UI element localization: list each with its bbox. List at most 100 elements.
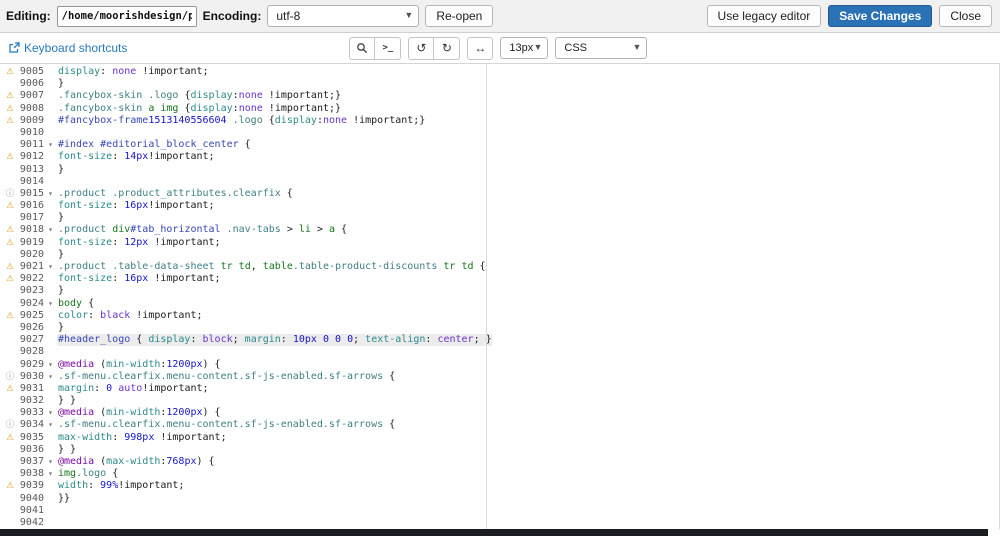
code-text[interactable]: @media (max-width:768px) { — [57, 456, 215, 468]
search-button[interactable] — [349, 36, 376, 60]
fold-arrow-icon[interactable]: ▾ — [44, 456, 57, 468]
code-text[interactable] — [57, 127, 58, 139]
gutter-spacer — [2, 298, 18, 310]
code-text[interactable]: body { — [57, 298, 94, 310]
code-text[interactable]: display: none !important; — [57, 66, 209, 78]
code-text[interactable]: font-size: 16px!important; — [57, 200, 215, 212]
info-icon: ⓘ — [5, 420, 15, 431]
keyboard-shortcuts-label: Keyboard shortcuts — [24, 41, 128, 55]
line-number: 9021 — [19, 261, 44, 272]
legacy-editor-button[interactable]: Use legacy editor — [706, 5, 822, 27]
fold-arrow-icon[interactable]: ▾ — [44, 359, 57, 371]
line-number: 9006 — [19, 78, 44, 90]
code-text[interactable]: #header_logo { display: block; margin: 1… — [57, 334, 492, 347]
code-text[interactable]: } } — [57, 395, 76, 407]
code-text[interactable]: max-width: 998px !important; — [57, 432, 227, 444]
fold-arrow-icon[interactable]: ▾ — [44, 188, 57, 200]
code-editor[interactable]: ⚠ 9005 display: none !important; 9006} ⚠ 9007… — [0, 63, 1000, 529]
code-text[interactable]: } } — [57, 444, 76, 456]
fold-arrow-icon[interactable]: ▾ — [44, 419, 57, 431]
gutter-spacer — [2, 139, 18, 151]
command-line-button[interactable]: >_ — [375, 36, 402, 60]
encoding-select[interactable]: utf-8 ▼ — [267, 5, 420, 27]
syntax-mode-select[interactable]: CSS ▼ — [555, 37, 648, 59]
code-text[interactable]: color: black !important; — [57, 310, 203, 322]
code-text[interactable]: margin: 0 auto!important; — [57, 383, 209, 395]
code-text[interactable]: .product .table-data-sheet tr td, table.… — [57, 261, 486, 273]
fold-arrow-icon[interactable]: ▾ — [44, 139, 57, 151]
fold-arrow-icon[interactable]: ▾ — [44, 371, 57, 383]
gutter-spacer — [2, 359, 18, 371]
code-line: ⚠ 9012 font-size: 14px!important; — [2, 151, 999, 163]
line-number: 9040 — [19, 492, 44, 504]
search-icon — [356, 42, 368, 54]
code-area: ⚠ 9005 display: none !important; 9006} ⚠ 9007… — [2, 66, 999, 529]
redo-button[interactable]: ↻ — [434, 36, 461, 60]
fold-arrow-icon[interactable]: ▾ — [44, 224, 57, 236]
code-text[interactable]: img.logo { — [57, 468, 118, 480]
code-text[interactable]: #index #editorial_block_center { — [57, 139, 251, 151]
code-text[interactable]: } — [57, 164, 64, 176]
code-text[interactable]: @media (min-width:1200px) { — [57, 359, 221, 371]
code-text[interactable] — [57, 346, 58, 358]
line-number: 9022 — [19, 273, 44, 285]
code-text[interactable]: }} — [57, 493, 70, 505]
code-text[interactable]: .product div#tab_horizontal .nav-tabs > … — [57, 224, 347, 236]
code-line: ⚠ 9018 ▾ .product div#tab_horizontal .nav-t… — [2, 224, 999, 236]
code-text[interactable]: } — [57, 78, 64, 90]
code-text[interactable]: } — [57, 249, 64, 261]
fold-arrow-icon[interactable]: ▾ — [44, 407, 57, 419]
line-number: 9039 — [19, 480, 44, 492]
code-text[interactable]: font-size: 14px!important; — [57, 151, 215, 163]
line-number: 9031 — [19, 382, 44, 394]
gutter-spacer — [2, 468, 18, 480]
warning-icon: ⚠ — [6, 481, 14, 492]
line-number: 9036 — [19, 443, 44, 455]
code-text[interactable]: .sf-menu.clearfix.menu-content.sf-js-ena… — [57, 371, 395, 383]
code-text[interactable] — [57, 176, 58, 188]
warning-icon: ⚠ — [6, 237, 14, 248]
save-changes-button[interactable]: Save Changes — [828, 5, 933, 27]
code-text[interactable]: } — [57, 212, 64, 224]
code-text[interactable]: .product .product_attributes.clearfix { — [57, 188, 293, 200]
code-text[interactable]: } — [57, 322, 64, 334]
line-number: 9028 — [19, 346, 44, 358]
code-text[interactable]: @media (min-width:1200px) { — [57, 407, 221, 419]
word-wrap-icon: ↔ — [474, 41, 487, 55]
code-text[interactable]: font-size: 12px !important; — [57, 237, 221, 249]
fold-arrow-icon[interactable]: ▾ — [44, 261, 57, 273]
code-text[interactable]: } — [57, 285, 64, 297]
editing-label: Editing: — [6, 9, 51, 23]
close-button[interactable]: Close — [939, 5, 992, 27]
keyboard-shortcuts-link[interactable]: Keyboard shortcuts — [8, 41, 127, 55]
code-line: 9023} — [2, 285, 999, 297]
code-text[interactable]: width: 99%!important; — [57, 480, 184, 492]
gutter-spacer — [2, 127, 18, 139]
reopen-button[interactable]: Re-open — [425, 5, 494, 27]
undo-button[interactable]: ↺ — [408, 36, 435, 60]
code-line: ⚠ 9035 max-width: 998px !important; — [2, 432, 999, 444]
fold-arrow-icon[interactable]: ▾ — [44, 298, 57, 310]
code-text[interactable]: #fancybox-frame1513140556604 .logo {disp… — [57, 115, 425, 127]
code-text[interactable]: .fancybox-skin .logo {display:none !impo… — [57, 90, 341, 102]
line-number: 9017 — [19, 212, 44, 224]
line-number: 9020 — [19, 248, 44, 260]
code-text[interactable]: .sf-menu.clearfix.menu-content.sf-js-ena… — [57, 419, 395, 431]
file-path-input[interactable] — [56, 5, 197, 27]
code-text[interactable] — [57, 505, 58, 517]
code-text[interactable]: font-size: 16px !important; — [57, 273, 221, 285]
code-text[interactable]: .fancybox-skin a img {display:none !impo… — [57, 103, 341, 115]
line-number: 9013 — [19, 163, 44, 175]
fold-arrow-icon[interactable]: ▾ — [44, 468, 57, 480]
code-text[interactable] — [57, 517, 58, 529]
word-wrap-button[interactable]: ↔ — [467, 36, 494, 60]
line-number: 9024 — [19, 297, 44, 309]
warning-icon: ⚠ — [6, 432, 14, 443]
font-size-select[interactable]: 13px ▼ — [500, 37, 549, 59]
